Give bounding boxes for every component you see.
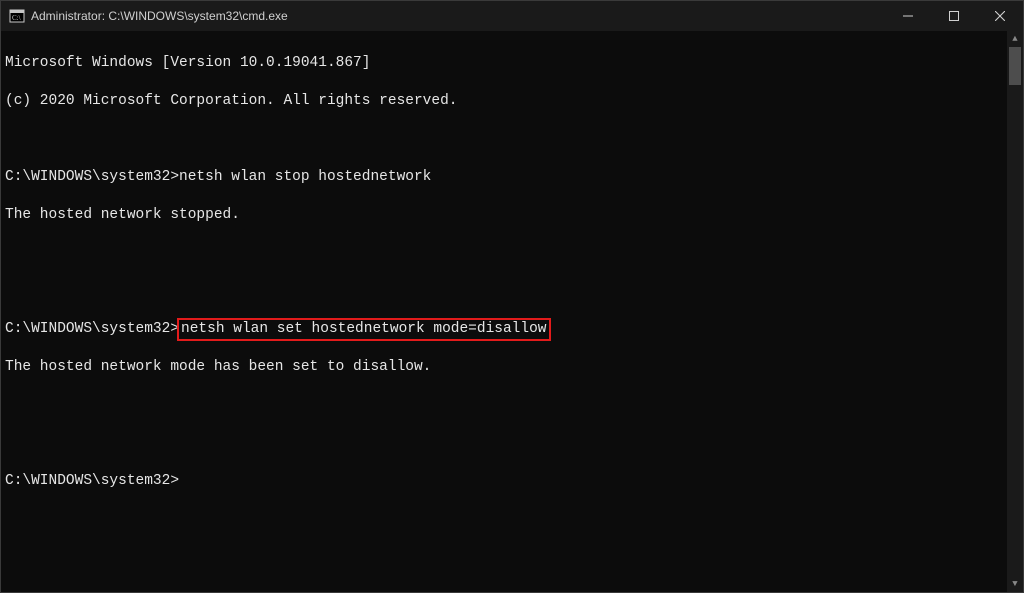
command-2: netsh wlan set hostednetwork mode=disall… [181, 321, 546, 337]
terminal-output[interactable]: Microsoft Windows [Version 10.0.19041.86… [1, 31, 1007, 592]
output-1: The hosted network stopped. [5, 206, 1007, 225]
command-1: netsh wlan stop hostednetwork [179, 169, 431, 185]
blank-line [5, 244, 1007, 263]
scroll-thumb[interactable] [1009, 47, 1021, 85]
window-body: Microsoft Windows [Version 10.0.19041.86… [1, 31, 1023, 592]
titlebar[interactable]: C:\ Administrator: C:\WINDOWS\system32\c… [1, 1, 1023, 31]
output-2: The hosted network mode has been set to … [5, 358, 1007, 377]
window-title: Administrator: C:\WINDOWS\system32\cmd.e… [31, 9, 288, 23]
blank-line [5, 434, 1007, 453]
command-line-2: C:\WINDOWS\system32>netsh wlan set hoste… [5, 320, 1007, 339]
version-line: Microsoft Windows [Version 10.0.19041.86… [5, 54, 1007, 73]
current-prompt-line: C:\WINDOWS\system32> [5, 472, 1007, 491]
prompt: C:\WINDOWS\system32> [5, 321, 179, 337]
blank-line [5, 396, 1007, 415]
svg-text:C:\: C:\ [12, 14, 21, 22]
blank-line [5, 282, 1007, 301]
maximize-button[interactable] [931, 1, 977, 31]
prompt: C:\WINDOWS\system32> [5, 169, 179, 185]
cmd-icon: C:\ [9, 8, 25, 24]
scroll-down-arrow-icon[interactable]: ▼ [1007, 576, 1023, 592]
blank-line [5, 130, 1007, 149]
cmd-window: C:\ Administrator: C:\WINDOWS\system32\c… [0, 0, 1024, 593]
close-button[interactable] [977, 1, 1023, 31]
prompt: C:\WINDOWS\system32> [5, 473, 179, 489]
copyright-line: (c) 2020 Microsoft Corporation. All righ… [5, 92, 1007, 111]
highlighted-command: netsh wlan set hostednetwork mode=disall… [177, 318, 550, 341]
command-line-1: C:\WINDOWS\system32>netsh wlan stop host… [5, 168, 1007, 187]
scroll-up-arrow-icon[interactable]: ▲ [1007, 31, 1023, 47]
vertical-scrollbar[interactable]: ▲ ▼ [1007, 31, 1023, 592]
minimize-button[interactable] [885, 1, 931, 31]
